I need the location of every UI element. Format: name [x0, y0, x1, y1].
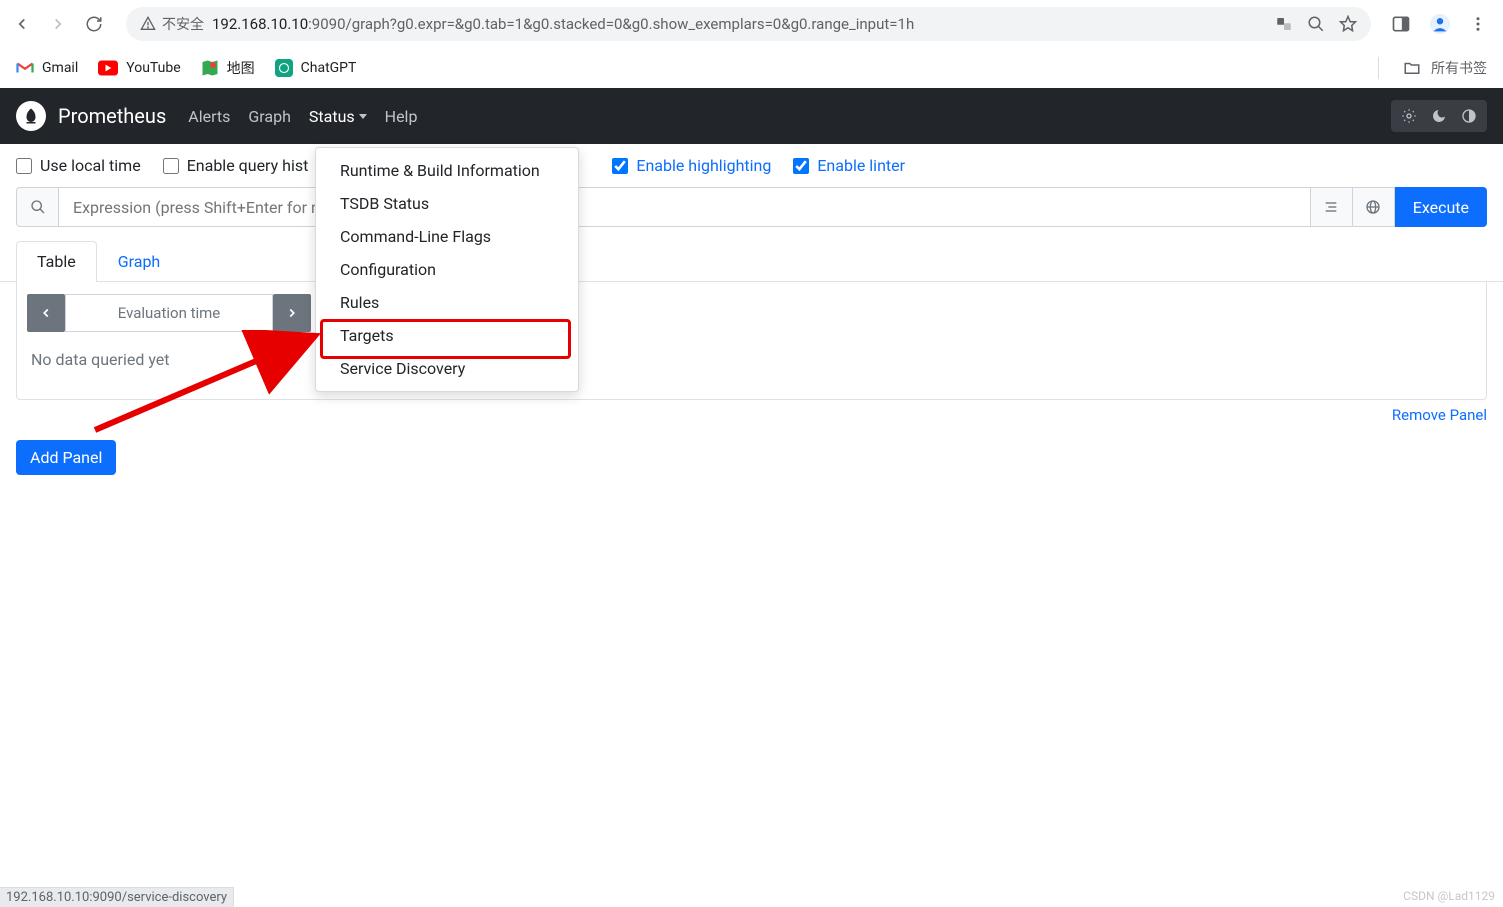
search-icon — [30, 199, 46, 215]
prometheus-logo-icon — [16, 101, 46, 131]
opt-use-local-time[interactable]: Use local time — [16, 156, 141, 175]
status-item-config[interactable]: Configuration — [316, 253, 578, 286]
status-item-rules[interactable]: Rules — [316, 286, 578, 319]
translate-icon[interactable] — [1275, 15, 1293, 33]
app-navbar: Prometheus Alerts Graph Status Help — [0, 88, 1503, 144]
contrast-icon — [1461, 108, 1477, 124]
status-item-flags[interactable]: Command-Line Flags — [316, 220, 578, 253]
nav-alerts[interactable]: Alerts — [188, 107, 230, 126]
bookmark-maps[interactable]: 地图 — [201, 58, 255, 78]
back-button[interactable] — [10, 12, 34, 36]
reload-button[interactable] — [82, 12, 106, 36]
nav-status[interactable]: Status — [309, 107, 367, 126]
bookmark-gmail[interactable]: Gmail — [16, 59, 78, 77]
status-item-tsdb[interactable]: TSDB Status — [316, 187, 578, 220]
execute-button[interactable]: Execute — [1395, 187, 1487, 227]
eval-prev-button[interactable] — [27, 294, 65, 332]
eval-time-control: Evaluation time — [27, 294, 311, 332]
gear-icon — [1401, 108, 1417, 124]
chatgpt-icon — [275, 59, 293, 77]
nav-graph[interactable]: Graph — [248, 107, 291, 126]
gmail-icon — [16, 59, 34, 77]
expr-search-icon-btn[interactable] — [16, 187, 58, 227]
tab-graph[interactable]: Graph — [97, 241, 182, 281]
tabs: Table Graph — [0, 227, 1503, 282]
no-data-message: No data queried yet — [27, 332, 1476, 387]
tab-table[interactable]: Table — [16, 241, 97, 282]
forward-button[interactable] — [46, 12, 70, 36]
browser-toolbar: 不安全 192.168.10.10:9090/graph?g0.expr=&g0… — [0, 0, 1503, 48]
star-icon[interactable] — [1339, 15, 1357, 33]
brand[interactable]: Prometheus — [16, 101, 166, 131]
opt-enable-linter[interactable]: Enable linter — [793, 156, 905, 175]
chevron-left-icon — [39, 306, 53, 320]
status-item-targets[interactable]: Targets — [316, 319, 578, 352]
bookmark-chatgpt[interactable]: ChatGPT — [275, 59, 357, 77]
moon-icon — [1431, 108, 1447, 124]
theme-light-button[interactable] — [1395, 104, 1423, 128]
warning-icon — [140, 16, 156, 32]
eval-time-display[interactable]: Evaluation time — [65, 294, 273, 332]
youtube-icon — [98, 60, 118, 76]
options-row: Use local time Enable query hist Enable … — [0, 144, 1503, 187]
status-bar-url: 192.168.10.10:9090/service-discovery — [0, 887, 234, 907]
add-panel-button[interactable]: Add Panel — [16, 440, 116, 475]
globe-icon — [1365, 199, 1381, 215]
watermark: CSDN @Lad1129 — [1403, 889, 1495, 903]
maps-icon — [201, 59, 219, 77]
list-icon — [1323, 199, 1339, 215]
theme-auto-button[interactable] — [1455, 104, 1483, 128]
chevron-right-icon — [285, 306, 299, 320]
expr-globe-button[interactable] — [1353, 187, 1395, 227]
status-item-runtime[interactable]: Runtime & Build Information — [316, 154, 578, 187]
theme-dark-button[interactable] — [1425, 104, 1453, 128]
menu-icon[interactable] — [1469, 15, 1487, 33]
folder-icon — [1403, 59, 1421, 77]
expr-format-button[interactable] — [1311, 187, 1353, 227]
url-text: 192.168.10.10:9090/graph?g0.expr=&g0.tab… — [212, 15, 1267, 33]
url-actions — [1275, 15, 1357, 33]
panel: Evaluation time No data queried yet — [16, 282, 1487, 400]
bookmark-bar: Gmail YouTube 地图 ChatGPT 所有书签 — [0, 48, 1503, 88]
opt-enable-highlighting[interactable]: Enable highlighting — [612, 156, 771, 175]
bookmark-all[interactable]: 所有书签 — [1378, 57, 1487, 79]
security-indicator[interactable]: 不安全 — [140, 14, 204, 34]
chevron-down-icon — [359, 114, 367, 119]
status-dropdown: Runtime & Build Information TSDB Status … — [315, 147, 579, 392]
nav-help[interactable]: Help — [385, 107, 418, 126]
url-bar[interactable]: 不安全 192.168.10.10:9090/graph?g0.expr=&g0… — [126, 7, 1371, 41]
opt-enable-query-history[interactable]: Enable query hist — [163, 156, 309, 175]
status-item-service-discovery[interactable]: Service Discovery — [316, 352, 578, 385]
eval-next-button[interactable] — [273, 294, 311, 332]
expression-row: Execute — [0, 187, 1503, 227]
profile-icon[interactable] — [1429, 13, 1451, 35]
remove-panel-link[interactable]: Remove Panel — [0, 400, 1503, 430]
panel-icon[interactable] — [1391, 14, 1411, 34]
expression-input[interactable] — [58, 187, 1311, 227]
zoom-icon[interactable] — [1307, 15, 1325, 33]
bookmark-youtube[interactable]: YouTube — [98, 60, 180, 76]
security-label: 不安全 — [162, 14, 204, 34]
